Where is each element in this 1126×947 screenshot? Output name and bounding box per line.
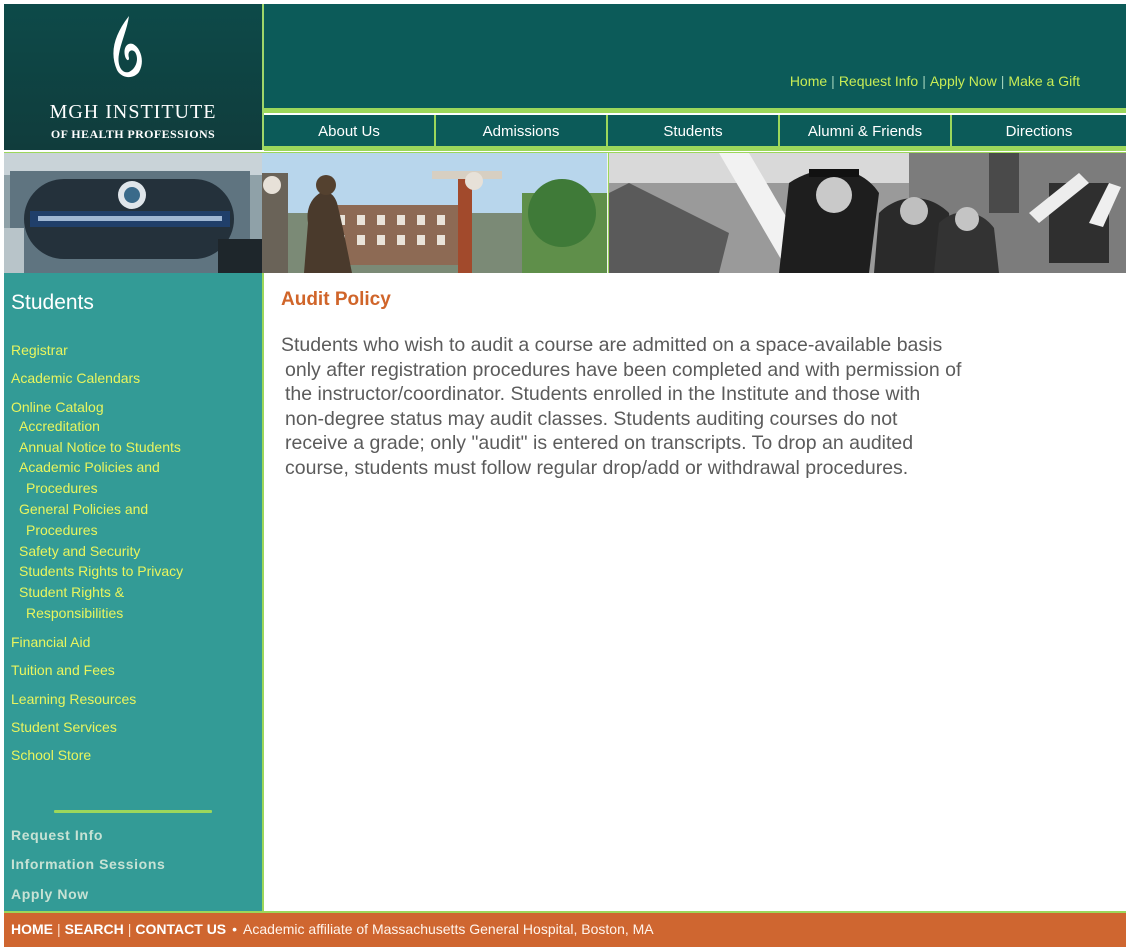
sidebar-subitem-rights-to-privacy[interactable]: Students Rights to Privacy (19, 563, 183, 579)
sidebar-subitem-rights-responsibilities[interactable]: Student Rights & (19, 584, 124, 600)
sidebar-information-sessions-link[interactable]: Information Sessions (11, 856, 165, 872)
sidebar-subitem-accreditation[interactable]: Accreditation (19, 418, 100, 434)
paragraph-line: course, students must follow regular dro… (285, 456, 909, 479)
paragraph-line: only after registration procedures have … (285, 358, 962, 381)
sidebar-subitem-rights-responsibilities-cont[interactable]: Responsibilities (26, 605, 123, 621)
flame-logo-icon (113, 16, 142, 78)
sidebar-apply-now-link[interactable]: Apply Now (11, 886, 89, 902)
sidebar-divider (54, 810, 212, 813)
statue-campus-photo (262, 153, 607, 273)
nav-top-divider (264, 108, 1126, 113)
util-link-apply-now[interactable]: Apply Now (930, 73, 997, 89)
footer-search-link[interactable]: SEARCH (65, 921, 124, 937)
nav-directions[interactable]: Directions (952, 115, 1126, 146)
logo[interactable]: MGH INSTITUTE OF HEALTH PROFESSIONS (4, 4, 264, 150)
logo-title: MGH INSTITUTE (49, 101, 217, 123)
nav-admissions[interactable]: Admissions (436, 115, 608, 146)
util-separator: | (1000, 73, 1005, 89)
paragraph-line: non-degree status may audit classes. Stu… (285, 407, 898, 430)
sidebar-item-school-store[interactable]: School Store (11, 747, 91, 763)
sidebar-item-registrar[interactable]: Registrar (11, 342, 68, 358)
sidebar-item-financial-aid[interactable]: Financial Aid (11, 634, 90, 650)
logo-subtitle: OF HEALTH PROFESSIONS (50, 127, 216, 141)
sidebar-subitem-general-policies-cont[interactable]: Procedures (26, 522, 98, 538)
utility-links: Home | Request Info | Apply Now | Make a Gift (790, 73, 1080, 89)
nav-about-us[interactable]: About Us (264, 115, 436, 146)
content-paragraph: Students who wish to audit a course are … (281, 333, 1113, 480)
footer-separator: | (127, 921, 132, 937)
sidebar-subitem-academic-policies-cont[interactable]: Procedures (26, 480, 98, 496)
footer-bullet: • (232, 921, 238, 937)
sidebar-request-info-link[interactable]: Request Info (11, 827, 103, 843)
footer-contact-link[interactable]: CONTACT US (135, 921, 226, 937)
sidebar-item-online-catalog[interactable]: Online Catalog (11, 399, 104, 415)
sidebar-item-tuition-fees[interactable]: Tuition and Fees (11, 662, 115, 678)
util-link-make-a-gift[interactable]: Make a Gift (1008, 73, 1080, 89)
util-link-request-info[interactable]: Request Info (839, 73, 918, 89)
main-nav: About Us Admissions Students Alumni & Fr… (264, 115, 1126, 146)
page-title: Audit Policy (281, 289, 391, 310)
paragraph-line: the instructor/coordinator. Students enr… (285, 383, 921, 405)
nav-bottom-divider (264, 146, 1126, 151)
building-entrance-photo (4, 153, 262, 273)
sidebar-title: Students (11, 291, 94, 314)
sidebar-subitem-academic-policies[interactable]: Academic Policies and (19, 459, 160, 475)
graduation-procession-photo (608, 153, 1126, 273)
header-bar: Home | Request Info | Apply Now | Make a Gift (264, 4, 1126, 108)
sidebar-item-academic-calendars[interactable]: Academic Calendars (11, 370, 140, 386)
paragraph-line: receive a grade; only "audit" is entered… (285, 432, 914, 454)
util-link-home[interactable]: Home (790, 73, 827, 89)
sidebar-item-student-services[interactable]: Student Services (11, 719, 117, 735)
sidebar-item-learning-resources[interactable]: Learning Resources (11, 691, 136, 707)
footer-content: HOME | SEARCH | CONTACT US • Academic affiliat… (11, 921, 654, 937)
photo-strip (4, 152, 1126, 273)
page: MGH INSTITUTE OF HEALTH PROFESSIONS Home… (0, 0, 1126, 947)
footer: HOME | SEARCH | CONTACT US • Academic affiliat… (4, 911, 1126, 947)
sidebar: Students Registrar Academic Calendars On… (4, 273, 264, 911)
nav-students[interactable]: Students (608, 115, 780, 146)
footer-affiliation: Academic affiliate of Massachusetts Gene… (243, 921, 654, 937)
footer-home-link[interactable]: HOME (11, 921, 53, 937)
util-separator: | (831, 73, 835, 89)
sidebar-subitem-annual-notice[interactable]: Annual Notice to Students (19, 439, 181, 455)
paragraph-line: Students who wish to audit a course are … (281, 334, 943, 356)
sidebar-subitem-safety-security[interactable]: Safety and Security (19, 543, 140, 559)
nav-alumni-friends[interactable]: Alumni & Friends (780, 115, 952, 146)
util-separator: | (922, 73, 926, 89)
footer-separator: | (57, 921, 61, 937)
sidebar-subitem-general-policies[interactable]: General Policies and (19, 501, 148, 517)
